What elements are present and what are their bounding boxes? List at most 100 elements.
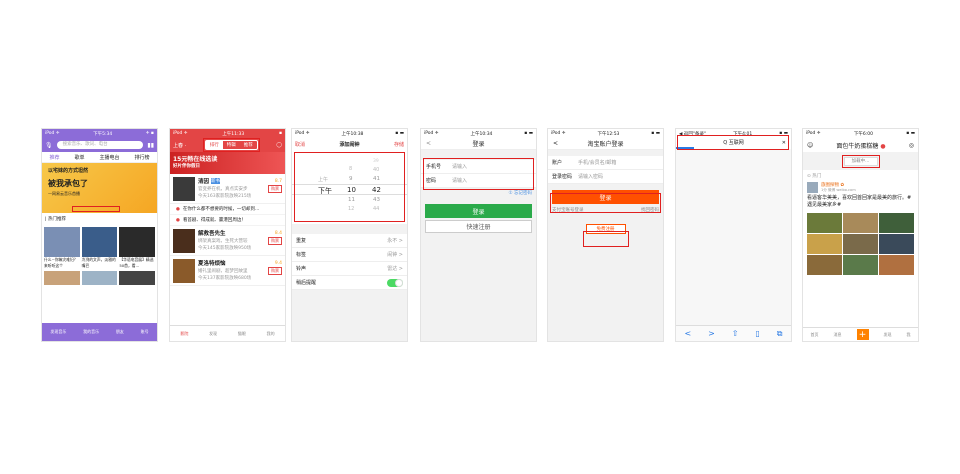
playlist-card[interactable] <box>44 271 80 285</box>
tab-maoyan[interactable]: 猫眼 <box>238 331 246 337</box>
photo[interactable] <box>843 213 878 233</box>
tabs-icon[interactable]: ⧉ <box>777 329 783 339</box>
status-bar: iPod ✈ 下午12:53 ▪ ▬ <box>548 129 663 138</box>
search-icon[interactable]: ◯ <box>276 142 282 148</box>
cancel-button[interactable]: 取消 <box>295 141 305 148</box>
add-friend-icon[interactable]: ☺ <box>807 142 813 149</box>
mic-icon[interactable]: 🎙 <box>45 142 53 149</box>
tab-friends[interactable]: 朋友 <box>116 329 124 335</box>
bottom-tab-bar: 发现音乐 我的音乐 朋友 账号 <box>42 323 157 341</box>
header: 🎙 搜索音乐、歌词、电台 ▮▮ <box>42 138 157 152</box>
search-input[interactable]: 搜索音乐、歌词、电台 <box>56 141 144 149</box>
page-title: 淘宝账户登录 <box>587 141 624 148</box>
repeat-row[interactable]: 重复 永不 > <box>292 234 407 248</box>
status-bar: iPod ✈ 下午5:34 ✈ ▪ <box>42 129 157 138</box>
ad-banner[interactable]: 15元畅在线选读 好片伴你假日 <box>170 152 285 174</box>
account-field[interactable]: 账户 手机/会员名/邮箱 <box>548 156 663 170</box>
playlist-card[interactable] <box>81 271 118 285</box>
banner[interactable]: 以宅妹的方式坦然 被我承包了 —网易云音乐首播 <box>42 163 157 213</box>
clock: 下午5:34 <box>93 131 113 137</box>
buy-ticket-button[interactable]: 购票 <box>268 185 282 193</box>
carrier: iPod ✈ <box>45 131 60 136</box>
post-text: 看逼客华美美，喜欢回首回家是最美的旅行。#遇见最美家乡# <box>807 195 912 208</box>
tab-rank[interactable]: 排行榜 <box>134 154 149 161</box>
label-row[interactable]: 标签 闹钟 > <box>292 248 407 262</box>
playlist-card[interactable]: 【华语电音展】精选50首，看… <box>119 227 155 269</box>
photo[interactable] <box>879 255 914 275</box>
city-selector[interactable]: 上春 · <box>173 142 186 149</box>
photo[interactable] <box>807 234 842 254</box>
snooze-toggle[interactable] <box>387 278 403 287</box>
cover-image <box>119 227 155 257</box>
playlist-card[interactable]: 什么~你嘛灾难妇？来听听这个 <box>44 227 80 269</box>
tab-radio[interactable]: 主播电台 <box>99 154 119 161</box>
tab-messages[interactable]: 消息 <box>834 332 842 338</box>
photo[interactable] <box>843 255 878 275</box>
poster-image <box>173 259 195 283</box>
post-header: 旅图探物 ✿ 1分 微博 weibo.com <box>803 182 918 193</box>
tab-cinema[interactable]: 影院 <box>180 331 188 337</box>
radar-icon[interactable]: ◎ <box>909 142 914 149</box>
tab-discover[interactable]: 发现 <box>884 332 892 338</box>
highlight-loading <box>841 154 880 168</box>
back-icon[interactable]: < <box>426 140 431 147</box>
banner-headline: 被我承包了 <box>48 179 88 188</box>
tab-me[interactable]: 我的 <box>267 331 275 337</box>
status-bar: iPod ✈ 上午10:38 ▪ ▬ <box>292 129 407 138</box>
time-picker[interactable]: 上午 下午 8 9 10 11 12 39 40 41 42 43 44 <box>292 150 407 224</box>
hot-section: ⊙ 热门 <box>807 174 822 179</box>
tab-recommend[interactable]: 推荐 <box>49 154 59 161</box>
buy-ticket-button[interactable]: 购票 <box>268 237 282 245</box>
screen-movies: iPod ✈ 上午11:33 ▪ 上春 · 排行 特辑 推荐 ◯ 15元畅在线选… <box>169 128 286 342</box>
back-icon[interactable]: < <box>684 329 691 338</box>
tab-my-music[interactable]: 我的音乐 <box>83 329 99 335</box>
battery-icon: ▪ ▬ <box>651 131 660 136</box>
screen-alarm: iPod ✈ 上午10:38 ▪ ▬ 取消 添加闹钟 存储 上午 下午 8 9 … <box>291 128 408 342</box>
banner-sub: —网易云音乐首播 <box>48 191 80 196</box>
poster-image <box>173 229 195 253</box>
highlight-register <box>582 231 629 247</box>
playlist-card[interactable]: 冷冽的文声，淡雅的嘴巴 <box>81 227 118 269</box>
tab-account[interactable]: 账号 <box>141 329 149 335</box>
photo[interactable] <box>807 255 842 275</box>
cover-image <box>119 271 155 285</box>
photo[interactable] <box>879 234 914 254</box>
tab-discover[interactable]: 发现 <box>209 331 217 337</box>
screen-taobao-login: iPod ✈ 下午12:53 ▪ ▬ < 淘宝账户登录 账户 手机/会员名/邮箱 … <box>547 128 664 342</box>
photo[interactable] <box>879 213 914 233</box>
login-form: 手机号 请输入 密码 请输入 <box>421 158 536 190</box>
tab-me[interactable]: 我 <box>907 332 911 338</box>
tab-discover[interactable]: 发现音乐 <box>50 329 66 335</box>
share-icon[interactable]: ⇧ <box>732 329 739 338</box>
battery-icon: ✈ ▪ <box>145 131 154 136</box>
password-field[interactable]: 登录密码 请输入密码 <box>548 170 663 184</box>
topic-row[interactable]: ● 看首剧、得成就、赢港回周边！ <box>170 215 285 226</box>
movie-item[interactable]: 清因 新书 8.7 官变养在机，真点实安步 购票 今天163家影院放映215场 <box>170 174 285 204</box>
avatar[interactable] <box>807 182 818 193</box>
movie-item[interactable]: 夏洛特烦恼 9.4 婚礼里闹剧，超梦回故里 购票 今天137家影院放映680场 <box>170 256 285 286</box>
compose-button[interactable]: + <box>856 329 869 340</box>
battery-icon: ▪ ▬ <box>906 131 915 136</box>
bookmarks-icon[interactable]: ▯ <box>755 329 759 338</box>
header: < 淘宝账户登录 <box>548 138 663 150</box>
screen-login: iPod ✈ 上午10:34 ▪ ▬ < 登录 手机号 请输入 密码 请输入 ① 忘… <box>420 128 537 342</box>
equalizer-icon[interactable]: ▮▮ <box>147 142 154 149</box>
sound-row[interactable]: 铃声 雷达 > <box>292 262 407 276</box>
save-button[interactable]: 存储 <box>394 141 404 148</box>
movie-item[interactable]: 解救吾先生 8.4 绑架真案戏，生死大营较 购票 今天145家影院放映950场 <box>170 226 285 256</box>
login-button[interactable]: 登录 <box>425 204 532 218</box>
register-button[interactable]: 快速注册 <box>425 220 532 233</box>
battery-icon: ▪ <box>278 131 282 136</box>
section-title: | 热门推荐 <box>45 217 66 222</box>
back-icon[interactable]: < <box>553 140 558 147</box>
photo[interactable] <box>807 213 842 233</box>
tab-playlist[interactable]: 歌单 <box>74 154 84 161</box>
buy-ticket-button[interactable]: 购票 <box>268 267 282 275</box>
playlist-card[interactable] <box>119 271 155 285</box>
tab-home[interactable]: 首页 <box>811 332 819 338</box>
photo[interactable] <box>843 234 878 254</box>
forward-icon[interactable]: > <box>708 329 715 338</box>
topic-row[interactable]: ● 在你什么都不想要的时候，一切却到… <box>170 204 285 215</box>
header: 取消 添加闹钟 存储 <box>292 138 407 150</box>
battery-icon: ▪ ▬ <box>395 131 404 136</box>
